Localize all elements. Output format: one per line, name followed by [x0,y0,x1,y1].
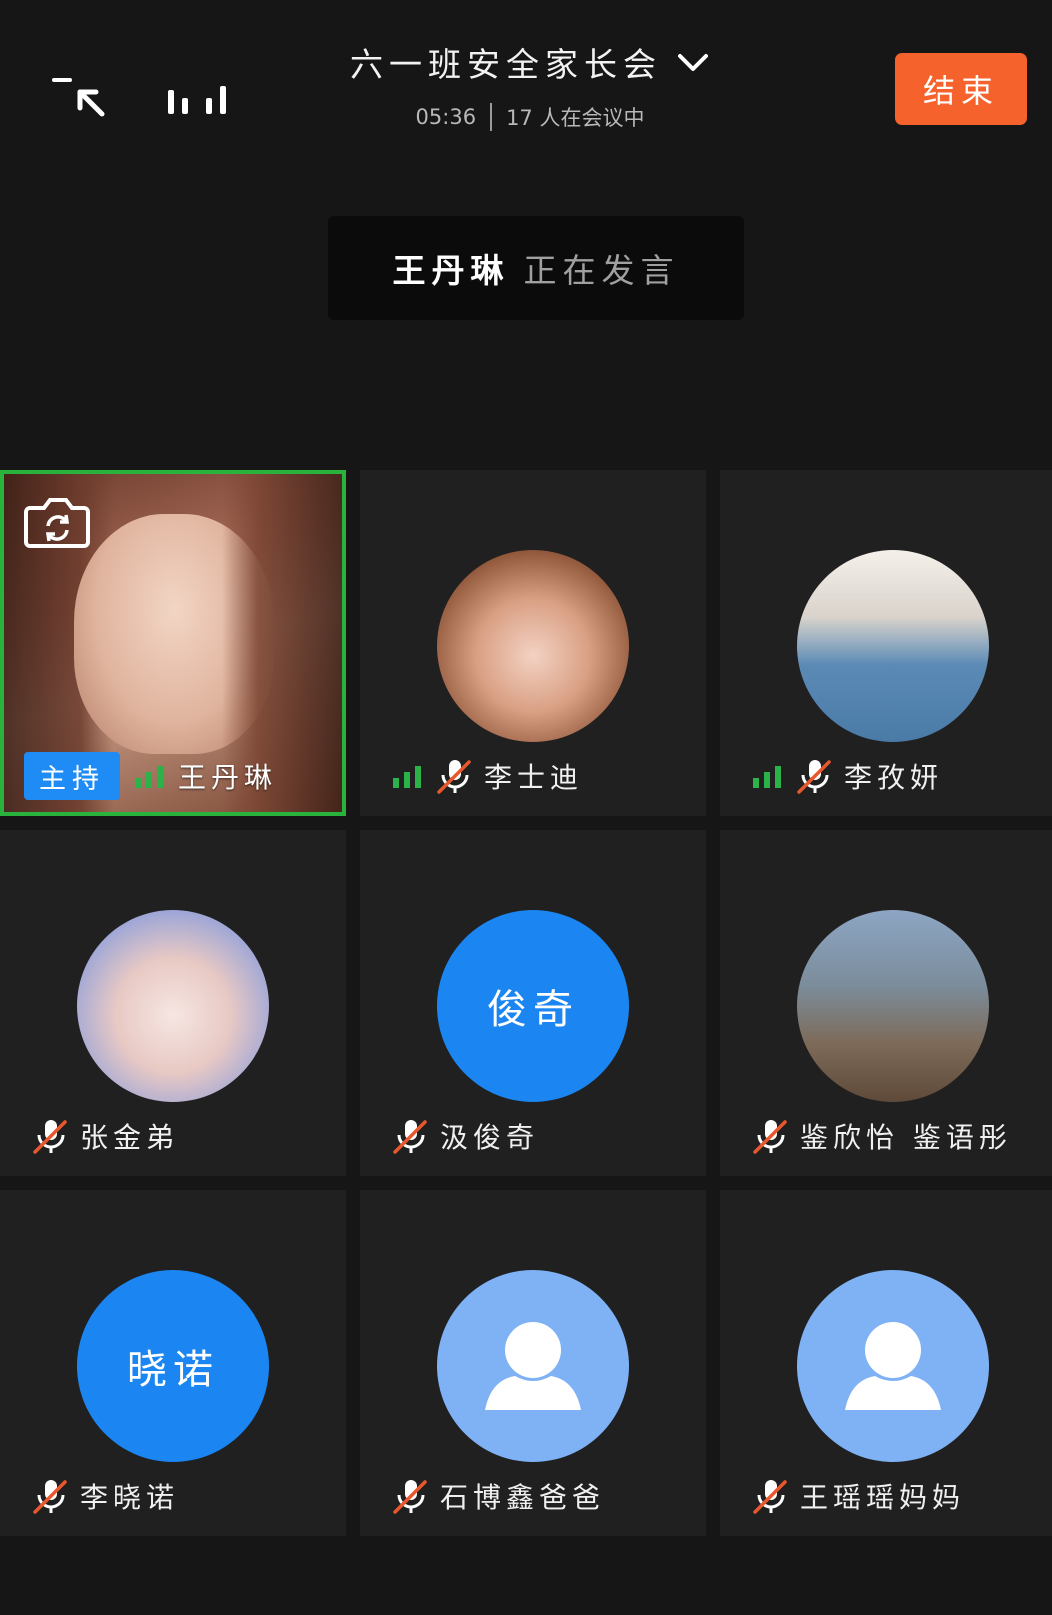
divider [490,103,493,131]
meeting-title: 六一班安全家长会 [350,45,662,84]
avatar [77,910,269,1102]
active-speaker-banner: 王丹琳 正在发言 [328,216,744,320]
meeting-status: 05:36 17 人在会议中 [300,102,760,132]
self-name: 王丹琳 [178,761,278,794]
participant-name-row: 李晓诺 [32,1472,179,1520]
self-name-row: 王丹琳 [134,752,277,800]
participant-name-row: 李士迪 [392,752,583,800]
participant-name-row: 李孜妍 [752,752,943,800]
avatar [797,550,989,742]
avatar [797,910,989,1102]
participant-name: 汲俊奇 [440,1121,540,1154]
participant-name: 李士迪 [484,761,584,794]
avatar [797,1270,989,1462]
participant-tile[interactable]: 晓诺 李晓诺 [0,1190,346,1536]
participant-tile[interactable]: 李士迪 [360,470,706,816]
meeting-timer: 05:36 [415,105,477,129]
participant-name: 鉴欣怡 鉴语彤 [800,1121,1012,1154]
participant-name-row: 张金弟 [32,1112,179,1160]
participant-tile[interactable]: 张金弟 [0,830,346,1176]
mic-muted-icon [797,760,831,794]
participant-tile[interactable]: 王瑶瑶妈妈 [720,1190,1052,1536]
participant-name: 李孜妍 [844,761,944,794]
participant-name: 李晓诺 [80,1481,180,1514]
participant-name-row: 汲俊奇 [392,1112,539,1160]
mic-muted-icon [437,760,471,794]
mic-muted-icon [393,1120,427,1154]
participant-name-row: 鉴欣怡 鉴语彤 [752,1112,1012,1160]
participant-name-row: 石博鑫爸爸 [392,1472,605,1520]
camera-switch-icon[interactable] [22,492,92,552]
default-user-icon [845,1322,941,1410]
signal-bars-icon [135,766,163,788]
self-video-tile[interactable]: 主持 王丹琳 [0,470,346,816]
signal-bars-icon [393,766,421,788]
avatar: 俊奇 [437,910,629,1102]
participant-name: 张金弟 [80,1121,180,1154]
top-bar: 六一班安全家长会 05:36 17 人在会议中 结束 [0,0,1052,170]
mic-muted-icon [33,1480,67,1514]
mic-muted-icon [753,1120,787,1154]
participant-tile[interactable]: 李孜妍 [720,470,1052,816]
participant-tile[interactable]: 石博鑫爸爸 [360,1190,706,1536]
participant-count: 17 人在会议中 [506,106,645,130]
participant-name: 王瑶瑶妈妈 [800,1481,966,1514]
participant-tile[interactable]: 鉴欣怡 鉴语彤 [720,830,1052,1176]
mic-muted-icon [393,1480,427,1514]
mic-muted-icon [753,1480,787,1514]
signal-icon[interactable] [166,78,232,118]
default-user-icon [485,1322,581,1410]
signal-bars-icon [753,766,781,788]
participant-tile[interactable]: 俊奇 汲俊奇 [360,830,706,1176]
meeting-title-dropdown[interactable]: 六一班安全家长会 [300,38,760,86]
shrink-window-icon[interactable] [46,72,116,128]
meeting-header: 六一班安全家长会 05:36 17 人在会议中 [300,38,760,132]
chevron-down-icon [678,54,708,71]
mic-muted-icon [33,1120,67,1154]
participant-name: 石博鑫爸爸 [440,1481,606,1514]
speaker-status: 正在发言 [523,251,680,290]
avatar: 晓诺 [77,1270,269,1462]
speaker-name: 王丹琳 [392,251,510,290]
avatar [437,1270,629,1462]
avatar [437,550,629,742]
participant-name-row: 王瑶瑶妈妈 [752,1472,965,1520]
end-meeting-button[interactable]: 结束 [895,53,1027,125]
host-badge: 主持 [24,752,120,800]
